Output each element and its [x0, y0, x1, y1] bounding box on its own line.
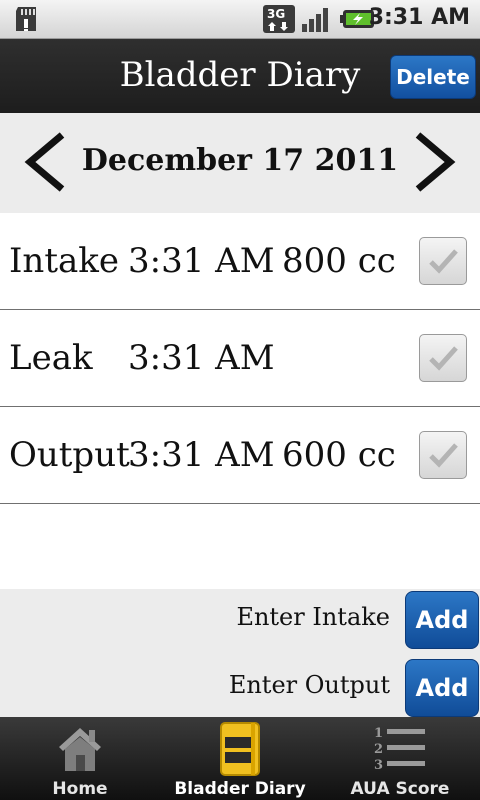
- entry-time: 3:31 AM: [128, 435, 275, 475]
- checkmark-icon: [429, 443, 458, 468]
- add-output-row: Enter Output Add: [0, 657, 480, 719]
- tab-home[interactable]: Home: [0, 717, 160, 800]
- add-entry-panel: Enter Intake Add Enter Output Add: [0, 589, 480, 717]
- network-3g-icon: 3G: [263, 5, 295, 33]
- entry-time: 3:31 AM: [128, 338, 275, 378]
- entry-checkbox[interactable]: [419, 334, 467, 382]
- entry-checkbox[interactable]: [419, 431, 467, 479]
- enter-intake-label: Enter Intake: [236, 603, 390, 631]
- signal-strength-icon: [302, 8, 328, 32]
- status-clock: 3:31 AM: [368, 5, 470, 30]
- tab-label: Home: [52, 779, 108, 799]
- tab-label: Bladder Diary: [174, 779, 306, 799]
- entry-amount: 800 cc: [282, 241, 396, 281]
- add-intake-button[interactable]: Add: [405, 591, 479, 649]
- entry-list: Intake 3:31 AM 800 cc Leak 3:31 AM Outpu…: [0, 213, 480, 504]
- house-icon: [59, 728, 101, 771]
- chevron-right-icon[interactable]: [402, 129, 462, 195]
- list-item[interactable]: Leak 3:31 AM: [0, 310, 480, 407]
- tab-aua-score[interactable]: 1 2 3 AUA Score: [320, 717, 480, 800]
- entry-amount: 600 cc: [282, 435, 396, 475]
- network-label: 3G: [267, 7, 285, 21]
- svg-text:1: 1: [374, 726, 383, 741]
- svg-text:3: 3: [374, 758, 383, 773]
- checkmark-icon: [429, 249, 458, 274]
- add-output-button[interactable]: Add: [405, 659, 479, 717]
- title-bar: Bladder Diary Delete: [0, 39, 480, 113]
- entry-checkbox[interactable]: [419, 237, 467, 285]
- tab-bladder-diary[interactable]: Bladder Diary: [160, 717, 320, 800]
- entry-time: 3:31 AM: [128, 241, 275, 281]
- numbered-list-icon: 1 2 3: [374, 726, 425, 773]
- diary-icon: [220, 722, 260, 776]
- list-item[interactable]: Output 3:31 AM 600 cc: [0, 407, 480, 504]
- bottom-tab-bar: Home Bladder Diary 1 2 3 AUA Score: [0, 717, 480, 800]
- sd-card-icon: [16, 7, 36, 31]
- add-intake-row: Enter Intake Add: [0, 589, 480, 651]
- entry-type: Leak: [9, 338, 93, 378]
- date-navigator: December 17 2011: [0, 113, 480, 213]
- current-date: December 17 2011: [81, 143, 399, 178]
- delete-button[interactable]: Delete: [390, 55, 476, 99]
- status-bar: 3G 3:31 AM: [0, 0, 480, 39]
- svg-text:2: 2: [374, 742, 383, 757]
- enter-output-label: Enter Output: [228, 671, 390, 699]
- tab-label: AUA Score: [350, 779, 450, 799]
- entry-type: Output: [9, 435, 130, 475]
- entry-type: Intake: [9, 241, 119, 281]
- list-item[interactable]: Intake 3:31 AM 800 cc: [0, 213, 480, 310]
- checkmark-icon: [429, 346, 458, 371]
